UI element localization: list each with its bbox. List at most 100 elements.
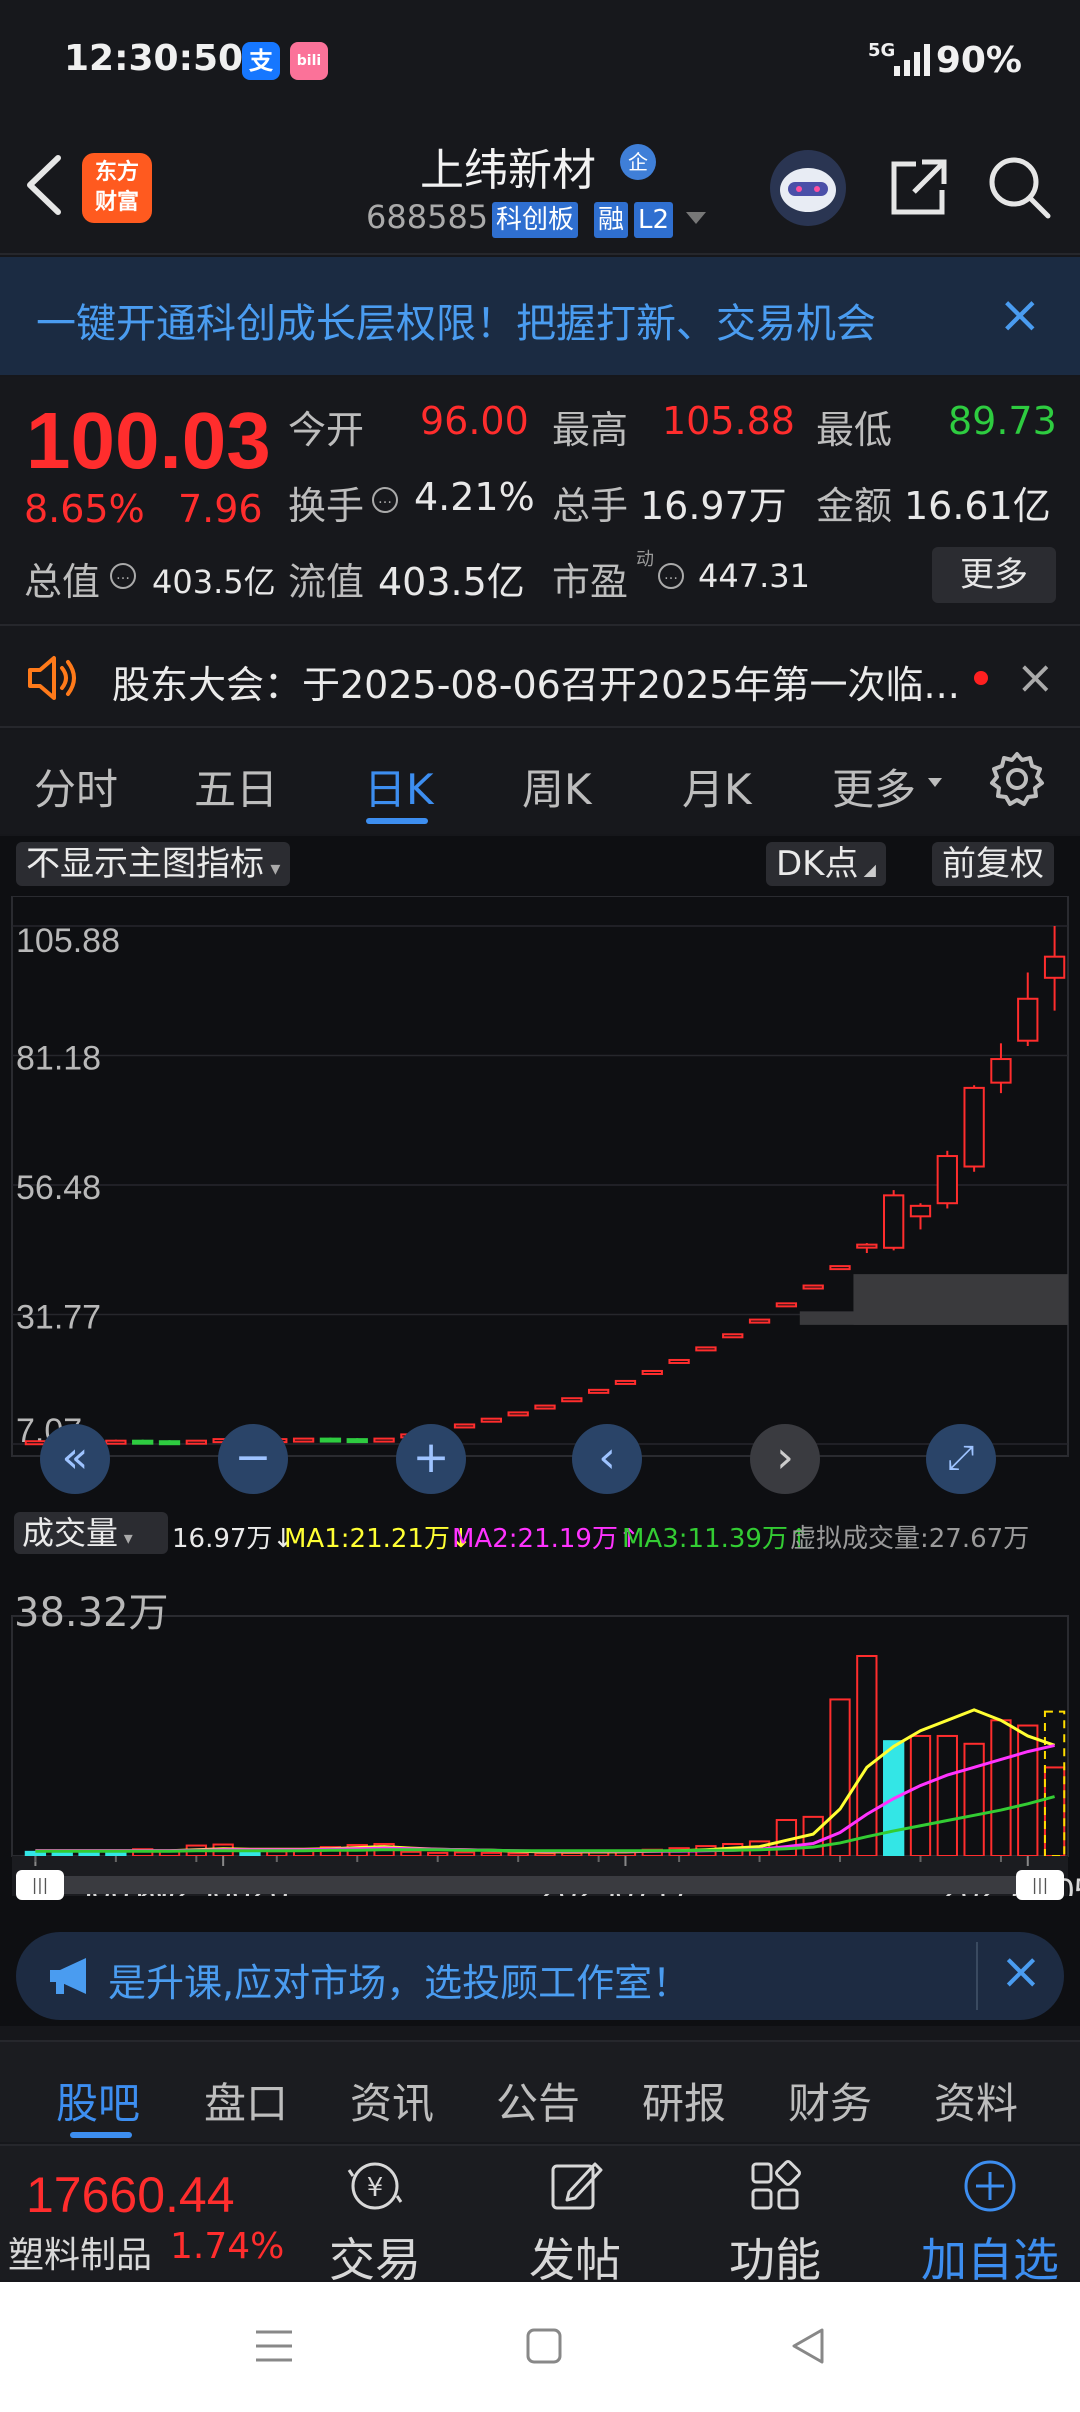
candle-body: [695, 1346, 717, 1352]
price-band: [799, 1274, 1068, 1325]
price-band-step: [853, 1274, 1068, 1325]
candle-body: [829, 1265, 851, 1271]
kline-chart[interactable]: 105.8881.1856.4831.777.07 20250616202506…: [0, 896, 1080, 1896]
volume-bar: [856, 1655, 878, 1857]
close-icon[interactable]: ×: [998, 287, 1042, 343]
promo-text[interactable]: 是升课,应对市场，选投顾工作室！: [108, 1952, 690, 2007]
pe-label: 市盈: [552, 560, 629, 604]
back-nav-icon[interactable]: [788, 2326, 828, 2366]
candle-body: [614, 1379, 637, 1385]
post-button[interactable]: 发帖: [500, 2156, 650, 2290]
assistant-robot-icon[interactable]: [770, 150, 846, 226]
home-icon[interactable]: [524, 2326, 564, 2366]
banner-text[interactable]: 一键开通科创成长层权限！把握打新、交易机会: [36, 291, 876, 349]
star-market-tag: 科创板: [492, 202, 579, 238]
more-button[interactable]: 更多: [932, 547, 1056, 603]
fast-left-icon[interactable]: «: [40, 1424, 110, 1494]
tab-research[interactable]: 研报: [642, 2070, 726, 2131]
tab-orderbook[interactable]: 盘口: [204, 2070, 288, 2131]
info-icon[interactable]: …: [372, 487, 398, 513]
step-left-icon[interactable]: ‹: [572, 1424, 642, 1494]
promo-banner[interactable]: 一键开通科创成长层权限！把握打新、交易机会 ×: [0, 257, 1080, 375]
tab-profile[interactable]: 资料: [934, 2070, 1018, 2131]
zoom-out-icon[interactable]: −: [218, 1424, 288, 1494]
chevron-down-icon[interactable]: [686, 212, 706, 224]
kline-chart-area[interactable]: 不显示主图指标 ▾ DK点 ◢ 前复权 105.88 81.18 56.48 31.7…: [0, 836, 1080, 2026]
add-watchlist-button[interactable]: 加自选: [905, 2156, 1075, 2290]
turnover-value: 4.21%: [414, 475, 535, 519]
chevron-down-icon[interactable]: [928, 778, 942, 787]
tab-guba[interactable]: 股吧: [56, 2070, 140, 2131]
volume-bar: [990, 1719, 1012, 1857]
action-bar: 17660.44 塑料制品 1.74% ¥ 交易 发帖 功能 加自选: [0, 2144, 1080, 2287]
tab-five-day[interactable]: 五日: [194, 756, 278, 817]
stock-name: 上纬新材: [420, 145, 596, 196]
last-price: 100.03: [26, 396, 271, 485]
step-right-icon[interactable]: ›: [750, 1424, 820, 1494]
divider: [976, 1942, 978, 2010]
notice-bar[interactable]: 股东大会：于2025-08-06召开2025年第一次临... ×: [0, 624, 1080, 728]
volume-bar: [78, 1851, 100, 1858]
volume-bar: [909, 1734, 932, 1858]
search-icon[interactable]: [986, 154, 1052, 220]
tab-news[interactable]: 资讯: [350, 2070, 434, 2131]
margin-tag: 融: [594, 202, 629, 238]
advisor-promo[interactable]: 是升课,应对市场，选投顾工作室！ ×: [16, 1932, 1064, 2020]
functions-button[interactable]: 功能: [700, 2156, 850, 2290]
volume-bar: [427, 1851, 449, 1857]
range-scrollbar[interactable]: [16, 1876, 1064, 1894]
tab-weekly-k[interactable]: 周K: [522, 756, 592, 817]
candle-body: [775, 1302, 798, 1308]
dk-point-toggle[interactable]: DK点 ◢: [766, 842, 886, 886]
tab-financials[interactable]: 财务: [788, 2070, 872, 2131]
range-handle-right[interactable]: |||: [1016, 1870, 1064, 1900]
candle-body: [1043, 955, 1066, 979]
indicator-selector[interactable]: 不显示主图指标 ▾: [16, 842, 291, 886]
zoom-in-icon[interactable]: +: [396, 1424, 466, 1494]
candle-body: [748, 1318, 771, 1324]
info-icon[interactable]: …: [110, 563, 136, 589]
candle-body: [856, 1243, 878, 1249]
post-icon: [551, 2162, 603, 2210]
tab-more[interactable]: 更多: [832, 756, 916, 817]
tab-daily-k[interactable]: 日K: [364, 756, 434, 817]
fullscreen-icon[interactable]: ⤢: [926, 1424, 996, 1494]
open-value: 96.00: [420, 399, 529, 443]
volume-indicator-selector[interactable]: 成交量 ▾: [14, 1512, 168, 1554]
candle-body: [507, 1411, 529, 1417]
notice-text[interactable]: 股东大会：于2025-08-06召开2025年第一次临...: [112, 654, 960, 709]
status-bar: 12:30:50 支 bili 5G 90%: [0, 0, 1080, 120]
volume-value: 16.97万: [640, 484, 787, 528]
volume-max-label: 38.32万: [14, 1590, 169, 1636]
menu-icon[interactable]: [254, 2326, 294, 2366]
close-icon[interactable]: ×: [1016, 650, 1055, 704]
share-icon[interactable]: [886, 156, 950, 220]
amount-label: 金额: [816, 484, 893, 528]
candle-body: [346, 1438, 368, 1444]
float-value: 403.5亿: [378, 560, 525, 604]
candle-body: [587, 1388, 610, 1394]
virtual-volume: 虚拟成交量:27.67万: [790, 1524, 1030, 1554]
sector-index[interactable]: 17660.44 塑料制品 1.74%: [0, 2146, 300, 2282]
ma3-value: MA3:11.39万↑: [622, 1524, 810, 1554]
candle-body: [722, 1333, 744, 1339]
tab-announcements[interactable]: 公告: [496, 2070, 580, 2131]
adjust-selector[interactable]: 前复权: [932, 842, 1054, 886]
candle-body: [185, 1439, 207, 1445]
trade-icon: ¥: [347, 2162, 403, 2210]
chevron-down-icon: ▾: [118, 1528, 133, 1549]
close-icon[interactable]: ×: [1000, 1942, 1042, 2000]
candle-body: [883, 1194, 905, 1249]
tab-monthly-k[interactable]: 月K: [682, 756, 752, 817]
info-icon[interactable]: …: [658, 563, 684, 589]
trade-button[interactable]: ¥ 交易: [300, 2156, 450, 2290]
settings-gear-icon[interactable]: [988, 750, 1046, 808]
change-percent: 8.65%: [24, 487, 145, 531]
candle-body: [132, 1439, 154, 1445]
stock-code: 688585: [366, 198, 489, 236]
tab-intraday[interactable]: 分时: [34, 756, 118, 817]
range-handle-left[interactable]: |||: [16, 1870, 64, 1900]
candle-body: [641, 1369, 663, 1375]
back-icon[interactable]: [20, 150, 70, 220]
change-amount: 7.96: [178, 487, 263, 531]
